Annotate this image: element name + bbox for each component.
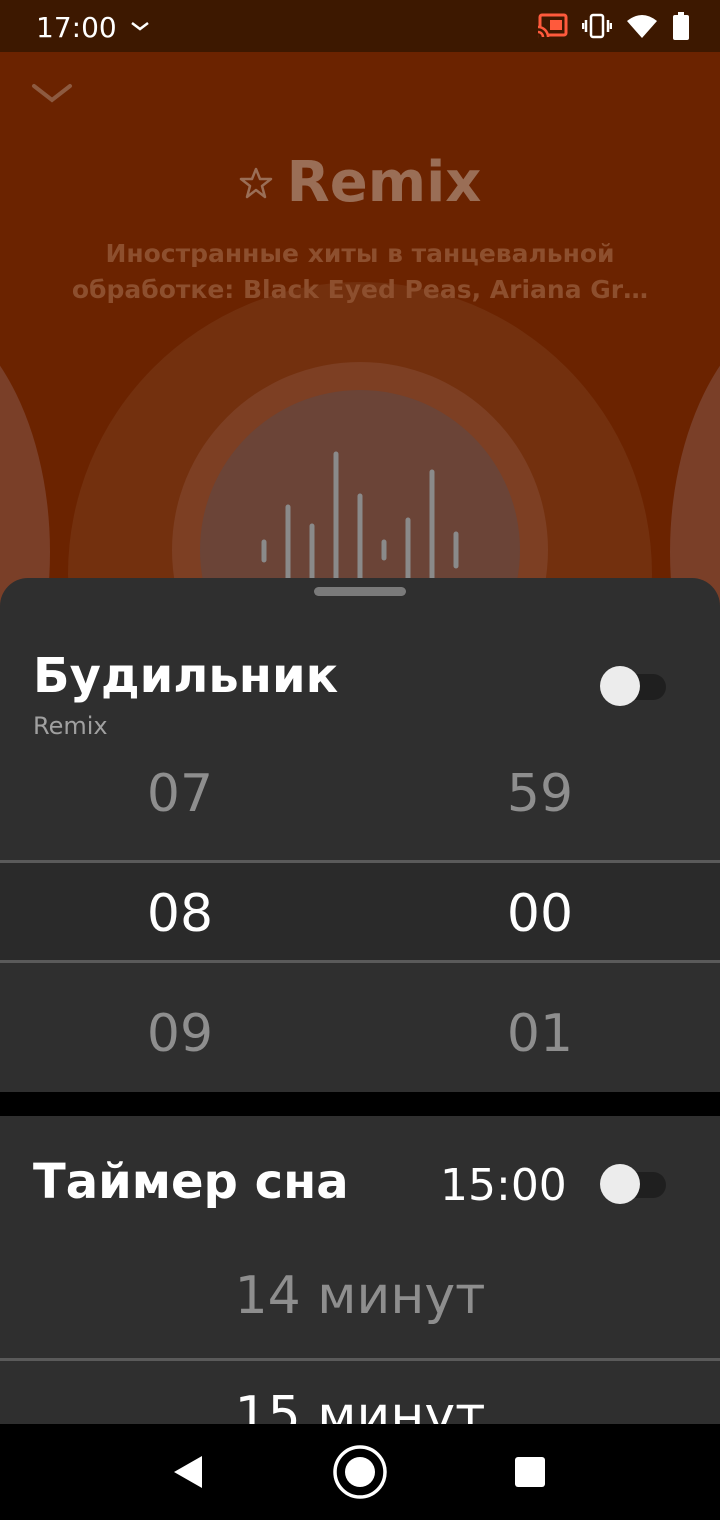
hour-prev[interactable]: 07 bbox=[0, 744, 360, 844]
back-triangle-icon[interactable] bbox=[158, 1442, 218, 1502]
sheet-drag-handle[interactable] bbox=[314, 587, 406, 596]
timer-option-prev[interactable]: 14 минут bbox=[0, 1266, 720, 1326]
time-picker-row-selected[interactable]: 08 00 bbox=[0, 864, 720, 964]
sleep-timer-toggle-thumb bbox=[600, 1164, 640, 1204]
alarm-toggle[interactable] bbox=[600, 666, 666, 706]
picker-divider-bottom bbox=[0, 960, 720, 963]
picker-divider-top bbox=[0, 860, 720, 863]
system-nav-bar bbox=[0, 1424, 720, 1520]
sleep-timer-value: 15:00 bbox=[440, 1160, 567, 1211]
battery-icon bbox=[673, 12, 689, 40]
collapse-chevron-icon[interactable] bbox=[30, 78, 74, 108]
sleep-timer-title: Таймер сна bbox=[33, 1154, 349, 1210]
sleep-timer-card: Таймер сна 15:00 14 минут 15 минут bbox=[0, 1116, 720, 1424]
alarm-toggle-thumb bbox=[600, 666, 640, 706]
timer-divider bbox=[0, 1358, 720, 1361]
hour-selected[interactable]: 08 bbox=[0, 864, 360, 964]
status-bar: 17:00 bbox=[0, 0, 720, 52]
minute-selected[interactable]: 00 bbox=[360, 864, 720, 964]
notification-chevron-icon bbox=[131, 22, 149, 31]
alarm-title: Будильник bbox=[33, 648, 339, 704]
wifi-icon bbox=[627, 15, 657, 38]
time-picker-row-next[interactable]: 09 01 bbox=[0, 984, 720, 1084]
station-title: Remix bbox=[286, 150, 482, 215]
alarm-sheet: Будильник Remix 07 59 08 00 09 01 bbox=[0, 578, 720, 1092]
status-time: 17:00 bbox=[36, 11, 117, 44]
cast-icon bbox=[536, 13, 568, 39]
vibrate-icon bbox=[582, 13, 612, 39]
station-description-line1: Иностранные хиты в танцевальной bbox=[105, 239, 615, 268]
station-description-line2: обработке: Black Eyed Peas, Ariana Gr… bbox=[71, 275, 649, 304]
timer-option-selected[interactable]: 15 минут bbox=[0, 1386, 720, 1424]
recents-square-icon[interactable] bbox=[500, 1442, 560, 1502]
player-background: Remix Иностранные хиты в танцевальной об… bbox=[0, 52, 720, 612]
station-title-row: Remix bbox=[0, 150, 720, 215]
sleep-timer-toggle[interactable] bbox=[600, 1164, 666, 1204]
minute-next[interactable]: 01 bbox=[360, 984, 720, 1084]
home-circle-icon[interactable] bbox=[330, 1442, 390, 1502]
equalizer-icon bbox=[261, 451, 459, 612]
station-description: Иностранные хиты в танцевальной обработк… bbox=[60, 236, 660, 308]
minute-prev[interactable]: 59 bbox=[360, 744, 720, 844]
time-picker-row-prev[interactable]: 07 59 bbox=[0, 744, 720, 844]
alarm-station: Remix bbox=[33, 712, 108, 740]
hour-next[interactable]: 09 bbox=[0, 984, 360, 1084]
favorite-star-icon[interactable] bbox=[239, 166, 273, 200]
